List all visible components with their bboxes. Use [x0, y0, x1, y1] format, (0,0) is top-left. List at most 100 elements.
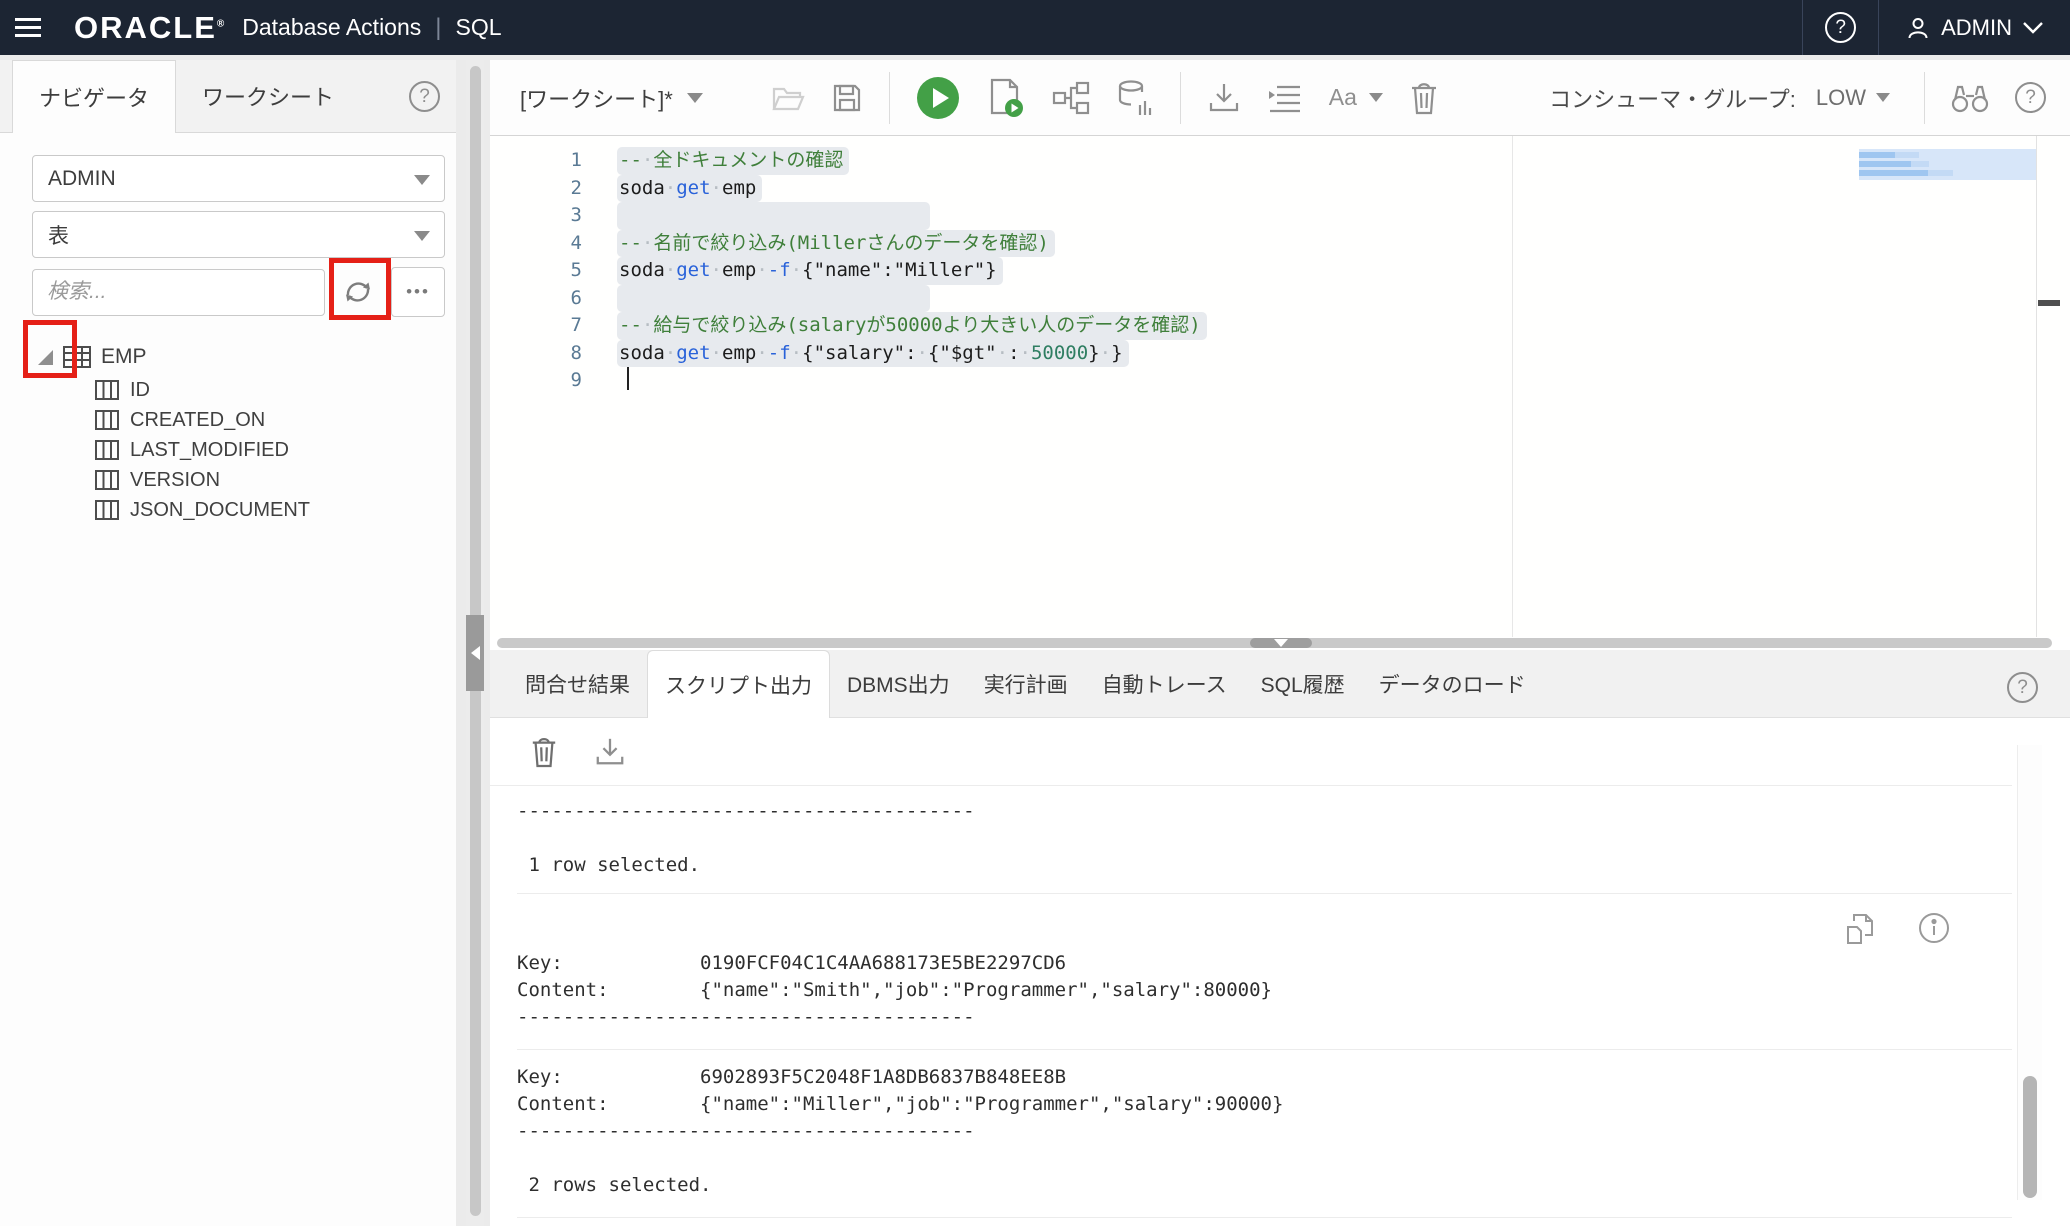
tree-item-column[interactable]: LAST_MODIFIED — [32, 435, 446, 465]
column-guide — [1512, 136, 1513, 637]
tab-data-load[interactable]: データのロード — [1362, 650, 1543, 717]
collapse-panel-handle[interactable] — [466, 615, 484, 691]
tab-execution-plan[interactable]: 実行計画 — [967, 650, 1085, 717]
splitter-handle[interactable] — [1250, 638, 1312, 648]
download-icon — [1207, 81, 1241, 115]
autotrace-button[interactable] — [1116, 79, 1154, 117]
navigator-panel: ナビゲータワークシート ? ADMIN 表 ••• — [0, 60, 456, 1226]
search-input[interactable] — [32, 269, 325, 316]
output-help-button[interactable]: ? — [2007, 672, 2038, 703]
result-info-button[interactable] — [1918, 912, 1950, 944]
trash-icon — [530, 735, 558, 769]
line-number: 3 — [490, 202, 582, 230]
copy-result-button[interactable] — [1846, 912, 1876, 944]
title-separator: | — [435, 14, 441, 42]
chevron-down-icon — [414, 231, 430, 241]
navigator-help-button[interactable]: ? — [409, 81, 440, 112]
minimap-selection[interactable] — [1859, 149, 2036, 180]
chevron-down-icon — [1876, 93, 1890, 102]
object-type-select-value: 表 — [48, 220, 69, 250]
script-output-text: Key: 0190FCF04C1C4AA688173E5BE2297CD6 Co… — [517, 894, 2070, 1049]
tree-item-column[interactable]: CREATED_ON — [32, 405, 446, 435]
code-line[interactable]: 8soda·get·emp·-f·{"salary":·{"$gt"·:·500… — [490, 340, 2070, 368]
output-scrollbar[interactable] — [2017, 745, 2042, 1200]
tree-item-column[interactable]: ID — [32, 375, 446, 405]
line-number: 5 — [490, 257, 582, 285]
download-button[interactable] — [1207, 81, 1241, 115]
tab-navigator[interactable]: ナビゲータ — [12, 60, 176, 133]
chevron-left-icon — [471, 646, 480, 660]
tab-query-result[interactable]: 問合せ結果 — [508, 650, 647, 717]
code-line[interactable]: 1--·全ドキュメントの確認 — [490, 147, 2070, 175]
tab-autotrace[interactable]: 自動トレース — [1085, 650, 1244, 717]
download-output-button[interactable] — [594, 736, 626, 768]
code-line-text — [617, 285, 930, 313]
output-scrollbar-thumb[interactable] — [2023, 1076, 2037, 1198]
save-icon — [831, 82, 863, 114]
column-icon — [94, 499, 120, 521]
help-button[interactable]: ? — [1802, 0, 1878, 55]
more-actions-button[interactable]: ••• — [391, 267, 445, 317]
code-editor[interactable]: 1--·全ドキュメントの確認2soda·get·emp34--·名前で絞り込み(… — [490, 136, 2070, 637]
text-size-button[interactable]: Aa — [1329, 84, 1383, 111]
tab-worksheet[interactable]: ワークシート — [176, 60, 360, 132]
code-line-text: soda·get·emp·-f·{"name":"Miller"} — [617, 257, 1003, 285]
tab-script-output[interactable]: スクリプト出力 — [647, 650, 830, 718]
code-line[interactable]: 9 — [490, 367, 2070, 395]
consumer-group-value: LOW — [1816, 85, 1866, 111]
code-line-text — [617, 202, 930, 230]
find-button[interactable] — [1951, 82, 1989, 114]
help-icon: ? — [409, 81, 440, 112]
clear-output-button[interactable] — [530, 735, 558, 769]
help-icon: ? — [2007, 672, 2038, 703]
worksheet-panel: [ワークシート]* — [490, 60, 2070, 1226]
worksheet-title: [ワークシート]* — [520, 82, 673, 114]
chevron-down-icon — [2022, 21, 2044, 35]
editor-right-border — [2036, 136, 2037, 637]
module-title: SQL — [456, 14, 502, 41]
code-line-text — [617, 367, 625, 395]
panel-splitter[interactable] — [466, 60, 484, 1226]
editor-output-splitter[interactable] — [490, 637, 2070, 650]
code-line[interactable]: 3 — [490, 202, 2070, 230]
output-panel: 問合せ結果スクリプト出力DBMS出力実行計画自動トレースSQL履歴データのロード… — [490, 650, 2070, 1226]
oracle-logo: ORACLE® — [74, 10, 226, 46]
format-icon — [1267, 83, 1303, 113]
schema-select[interactable]: ADMIN — [32, 155, 445, 202]
navigator-tabstrip: ナビゲータワークシート ? — [0, 60, 456, 133]
column-icon — [94, 439, 120, 461]
code-line[interactable]: 7--·給与で絞り込み(salaryが50000より大きい人のデータを確認) — [490, 312, 2070, 340]
consumer-group-select[interactable]: LOW — [1816, 85, 1890, 111]
run-statement-button[interactable] — [916, 76, 960, 120]
tab-dbms-output[interactable]: DBMS出力 — [830, 650, 967, 717]
clear-worksheet-button[interactable] — [1409, 81, 1439, 115]
code-line[interactable]: 2soda·get·emp — [490, 175, 2070, 203]
object-type-select[interactable]: 表 — [32, 211, 445, 258]
open-file-button[interactable] — [771, 83, 805, 113]
chevron-down-icon — [1274, 639, 1288, 647]
copy-icon — [1846, 912, 1876, 944]
editor-scroll-marker — [2038, 300, 2060, 306]
toolbar-divider — [1924, 72, 1925, 124]
format-button[interactable] — [1267, 83, 1303, 113]
script-output-text: ----------------------------------------… — [517, 786, 2070, 893]
save-button[interactable] — [831, 82, 863, 114]
code-line[interactable]: 4--·名前で絞り込み(Millerさんのデータを確認) — [490, 230, 2070, 258]
help-icon: ? — [2015, 82, 2046, 113]
code-line[interactable]: 6 — [490, 285, 2070, 313]
code-line[interactable]: 5 soda·get·emp·-f·{"name":"Miller"} — [490, 257, 2070, 285]
hamburger-menu-icon[interactable] — [0, 0, 56, 55]
explain-plan-button[interactable] — [1052, 81, 1090, 115]
line-number: 8 — [490, 340, 582, 368]
run-script-icon — [986, 77, 1026, 119]
tree-item-emp[interactable]: EMP — [32, 339, 446, 375]
tree-item-column[interactable]: JSON_DOCUMENT — [32, 495, 446, 525]
consumer-group-label: コンシューマ・グループ: — [1549, 82, 1796, 114]
annotation-box-expand — [23, 320, 77, 378]
tree-item-column[interactable]: VERSION — [32, 465, 446, 495]
chevron-down-icon[interactable] — [687, 93, 703, 103]
tab-sql-history[interactable]: SQL履歴 — [1244, 650, 1362, 717]
worksheet-help-button[interactable]: ? — [2015, 82, 2046, 113]
run-script-button[interactable] — [986, 77, 1026, 119]
user-menu[interactable]: ADMIN — [1878, 0, 2070, 55]
